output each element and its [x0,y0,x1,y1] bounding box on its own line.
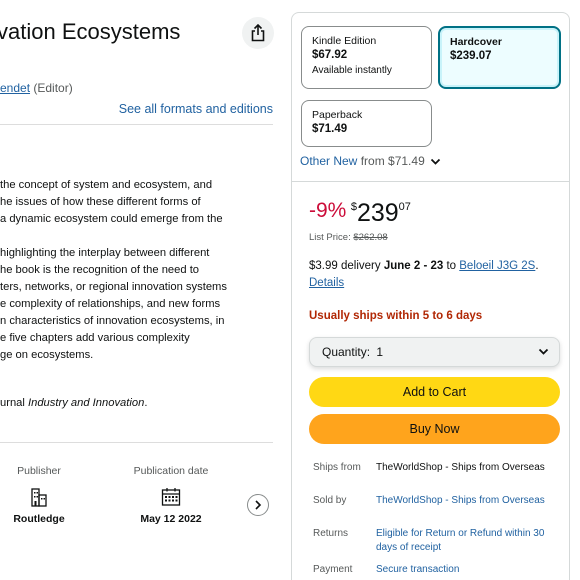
add-to-cart-button[interactable]: Add to Cart [309,377,560,407]
buy-box: Kindle Edition $67.92 Available instantl… [291,12,570,580]
journal-prefix: urnal [0,397,28,409]
description-line: n characteristics of innovation ecosyste… [0,315,225,327]
publisher-label: Publisher [17,465,61,477]
share-icon [251,24,265,42]
price-display: -9% $23907 [309,199,411,228]
divider [0,124,273,125]
chevron-down-icon [538,348,549,355]
journal-name: Industry and Innovation [28,397,145,409]
format-name: Hardcover [450,36,502,48]
product-title: vation Ecosystems [0,19,181,44]
description-line: highlighting the interplay between diffe… [0,247,210,259]
seller-link[interactable]: TheWorldShop - Ships from Overseas [376,494,556,508]
description-line: he issues of how these different forms o… [0,196,201,208]
returns-link[interactable]: Eligible for Return or Refund within 30 … [376,527,556,555]
other-new-label: Other New [300,154,358,168]
divider [0,442,273,443]
journal-line: urnal Industry and Innovation. [0,397,147,409]
buy-now-button[interactable]: Buy Now [309,414,560,444]
format-name: Kindle Edition [312,35,377,47]
delivery-info: $3.99 delivery June 2 - 23 to Beloeil J3… [309,260,539,289]
info-value: TheWorldShop - Ships from Overseas [376,462,545,473]
price-whole: 239 [356,199,399,227]
format-price: $67.92 [312,49,348,61]
chevron-right-icon [255,500,262,510]
description-line: a dynamic ecosystem could emerge from th… [0,213,223,225]
quantity-select[interactable]: Quantity: 1 [309,337,560,367]
other-new-from: from $71.49 [360,154,425,168]
journal-suffix: . [144,397,148,409]
description-line: he book is the recognition of the need t… [0,264,200,276]
format-kindle[interactable]: Kindle Edition $67.92 Available instantl… [301,26,432,89]
description-line: e complexity of relationships, and new f… [0,298,221,310]
product-description: the concept of system and ecosystem, and… [0,177,275,364]
other-new-offers-link[interactable]: Other New from $71.49 [300,154,441,168]
publisher-detail: Publisher Routledge [8,465,70,525]
format-name: Paperback [312,109,363,121]
price-fraction: 07 [398,201,411,213]
format-price: $239.07 [450,50,492,62]
divider [292,181,569,182]
format-availability: Available instantly [312,65,392,76]
format-paperback[interactable]: Paperback $71.49 [301,100,432,147]
payment-link[interactable]: Secure transaction [376,563,556,577]
details-next-button[interactable] [247,494,269,516]
delivery-dates: June 2 - 23 [383,260,444,272]
info-key: Returns [313,528,349,539]
publication-date-detail: Publication date May 12 2022 [125,465,217,525]
description-line: e five chapters add various complexity [0,332,190,344]
list-price: List Price: $262.08 [309,232,388,243]
delivery-details-link[interactable]: Details [309,277,344,289]
list-price-value: $262.08 [353,232,388,243]
calendar-icon [125,481,217,513]
delivery-to: to [446,260,457,272]
product-details-column: vation Ecosystems endet (Editor) See all… [0,0,285,580]
quantity-label: Quantity: [322,345,371,359]
info-key: Payment [313,564,353,575]
info-key: Sold by [313,495,347,506]
info-key: Ships from [313,462,361,473]
author-line: endet (Editor) [0,81,73,95]
stock-status: Usually ships within 5 to 6 days [309,310,483,322]
discount-percent: -9% [309,199,347,222]
publication-date-label: Publication date [133,465,209,477]
format-hardcover[interactable]: Hardcover $239.07 [438,26,561,89]
chevron-down-icon [430,158,441,165]
building-icon [8,481,70,513]
delivery-location-link[interactable]: Beloeil J3G 2S [459,260,535,272]
author-role: (Editor) [33,81,73,95]
description-line: ge on ecosystems. [0,349,94,361]
description-line: ters, networks, or regional innovation s… [0,281,227,293]
description-line: the concept of system and ecosystem, and [0,179,213,191]
price-currency: $ [350,201,357,213]
quantity-value: 1 [376,345,384,359]
format-price: $71.49 [312,123,348,135]
author-link[interactable]: endet [0,81,30,95]
delivery-fee: $3.99 delivery [309,260,381,272]
share-button[interactable] [242,17,274,49]
publication-date-value: May 12 2022 [140,513,202,525]
see-all-formats-link[interactable]: See all formats and editions [119,102,273,116]
publisher-value: Routledge [13,513,65,525]
list-price-label: List Price: [309,232,351,243]
